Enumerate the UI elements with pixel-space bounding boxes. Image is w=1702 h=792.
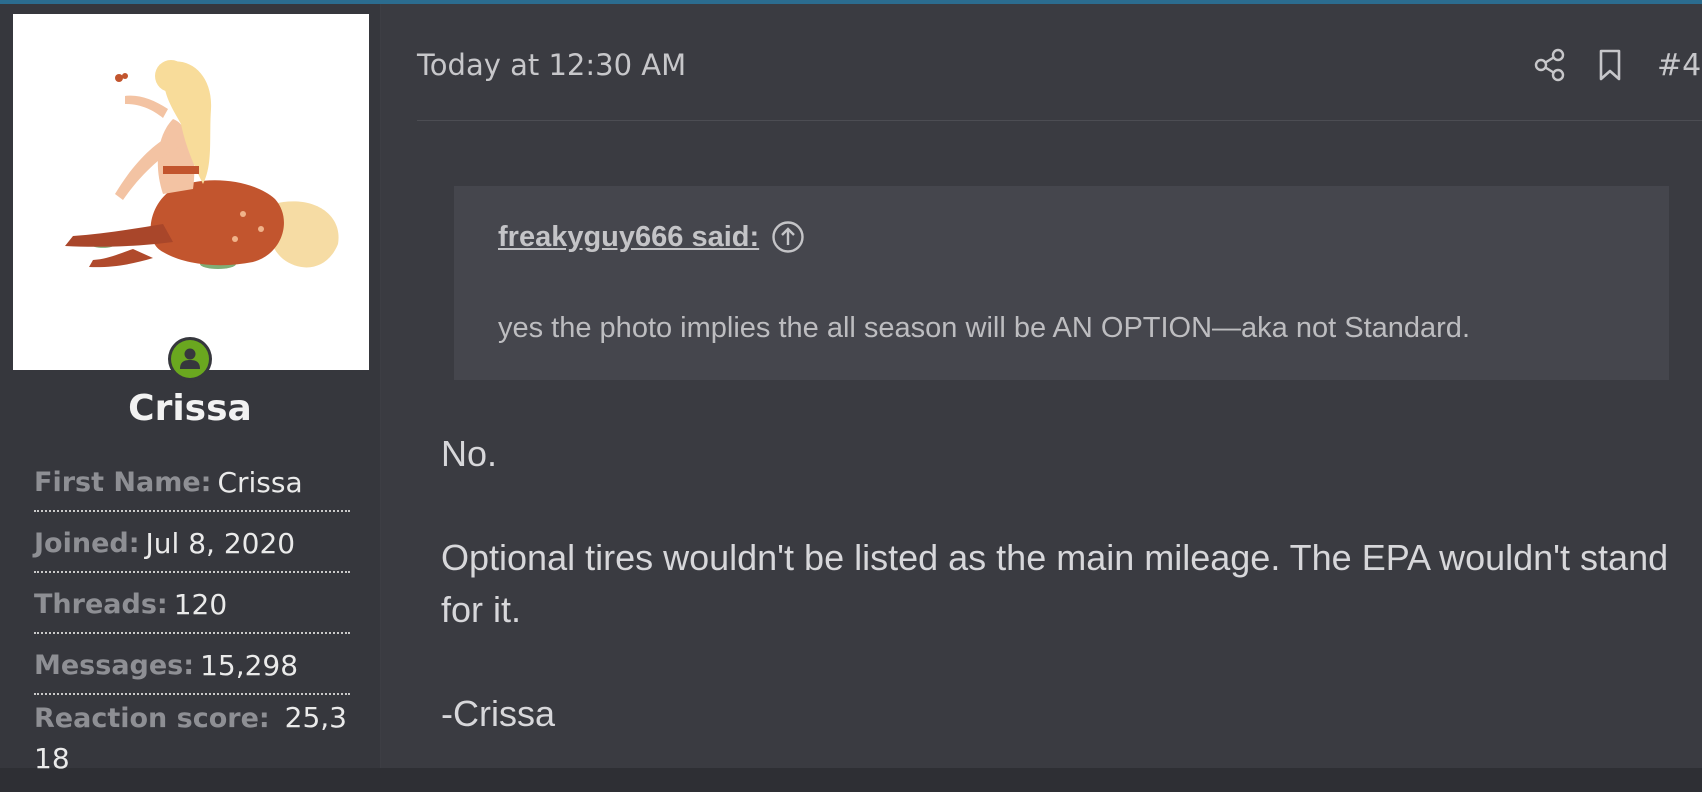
quote-text: yes the photo implies the all season wil… xyxy=(498,312,1470,344)
info-threads: Threads: 120 xyxy=(34,576,350,634)
bookmark-icon[interactable] xyxy=(1598,48,1622,82)
info-value[interactable]: 120 xyxy=(174,588,227,621)
post-signature: -Crissa xyxy=(441,693,555,734)
info-value: Jul 8, 2020 xyxy=(145,526,296,560)
quote-author-label: freakyguy666 said: xyxy=(498,220,760,253)
user-sidebar: Crissa First Name: Crissa Joined: Jul 8,… xyxy=(0,4,381,775)
info-joined: Joined: Jul 8, 2020 xyxy=(34,515,350,573)
post-date[interactable]: Today at 12:30 AM xyxy=(417,48,686,82)
user-info-list: First Name: Crissa Joined: Jul 8, 2020 T… xyxy=(34,454,350,782)
info-value[interactable]: 15,298 xyxy=(200,649,298,682)
online-status-icon xyxy=(171,340,209,378)
info-label: Messages: xyxy=(34,649,195,681)
info-label: Reaction score: xyxy=(34,703,270,734)
centaur-avatar-icon xyxy=(13,14,369,370)
post-body: No. Optional tires wouldn't be listed as… xyxy=(441,428,1681,792)
post-main: Today at 12:30 AM #430 freakyguy666 said… xyxy=(381,4,1702,768)
quote-block: freakyguy666 said: yes the photo implies… xyxy=(454,186,1669,380)
info-label: Threads: xyxy=(34,588,168,620)
post-paragraph: Optional tires wouldn't be listed as the… xyxy=(441,537,1669,630)
info-first-name: First Name: Crissa xyxy=(34,454,350,512)
username[interactable]: Crissa xyxy=(0,388,380,429)
info-label: First Name: xyxy=(34,466,212,498)
post-number-link[interactable]: #430 xyxy=(1657,48,1702,83)
user-avatar[interactable] xyxy=(13,14,369,370)
arrow-up-circle-icon[interactable] xyxy=(771,220,805,254)
info-messages: Messages: 15,298 xyxy=(34,637,350,695)
online-badge xyxy=(168,337,212,381)
info-value: Crissa xyxy=(217,465,303,499)
post-paragraph: No. xyxy=(441,433,498,474)
quote-author-link[interactable]: freakyguy666 said: xyxy=(498,220,805,254)
info-label: Joined: xyxy=(34,527,140,559)
share-icon[interactable] xyxy=(1534,48,1566,82)
info-reaction-score: Reaction score: 25,318 xyxy=(34,698,350,779)
post-header: Today at 12:30 AM #430 xyxy=(417,4,1702,121)
